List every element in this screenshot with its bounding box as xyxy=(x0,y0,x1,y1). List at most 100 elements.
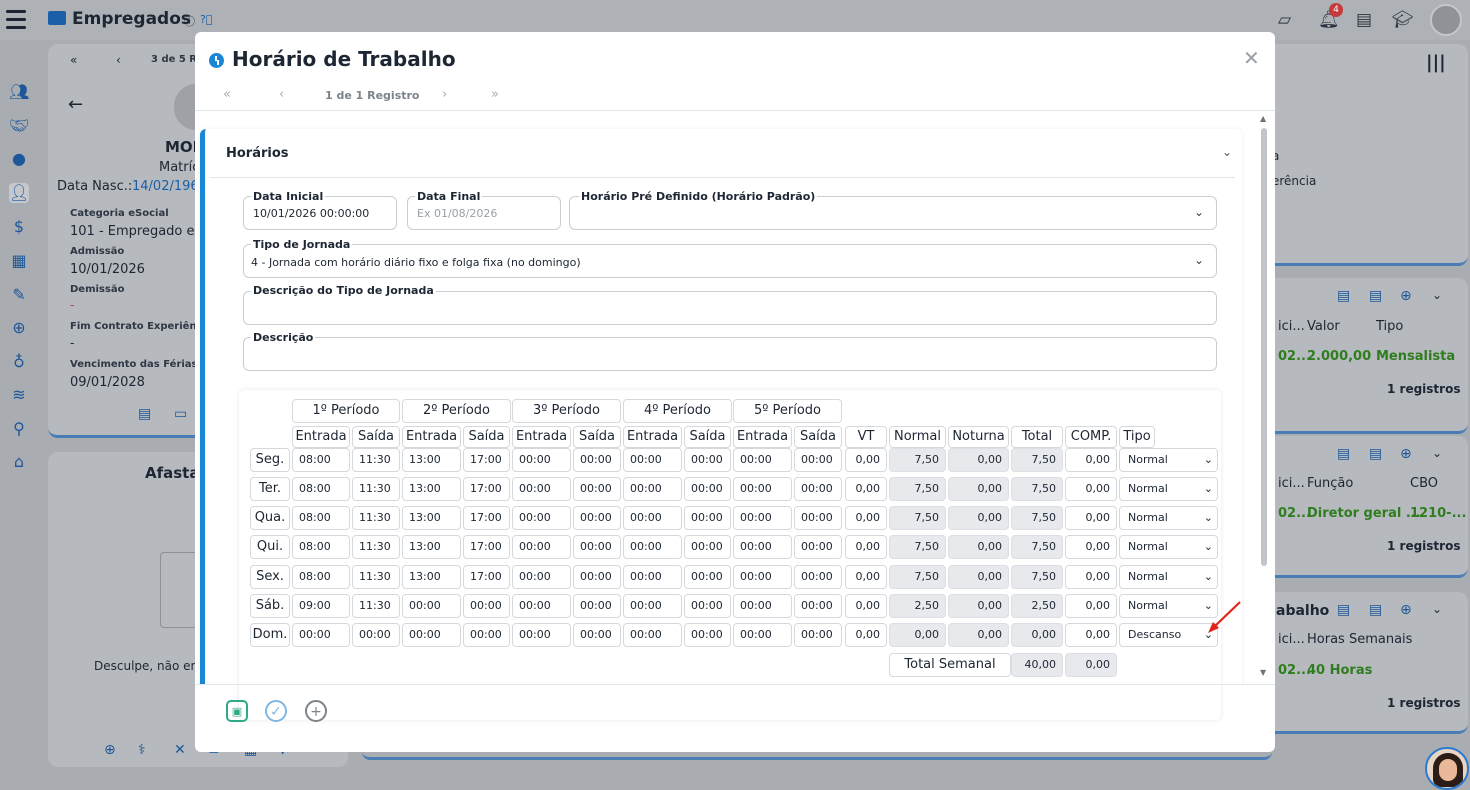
handshake-icon[interactable]: 🤝︎ xyxy=(9,116,29,136)
entrada-input[interactable]: 00:00 xyxy=(623,535,682,559)
comp-input[interactable]: 0,00 xyxy=(1065,565,1117,589)
scroll-up-icon[interactable]: ▲ xyxy=(1260,114,1266,123)
save-icon[interactable]: ▣ xyxy=(226,700,248,722)
entrada-input[interactable]: 08:00 xyxy=(292,565,350,589)
work-history-icon[interactable]: ▤ xyxy=(1369,602,1382,618)
saida-input[interactable]: 11:30 xyxy=(352,565,400,589)
help-icon[interactable]: ?⃝ xyxy=(200,13,212,26)
scroll-down-icon[interactable]: ▼ xyxy=(1260,668,1266,677)
entrada-input[interactable]: 00:00 xyxy=(623,594,682,618)
entrada-input[interactable]: 00:00 xyxy=(512,506,571,530)
descricao-field[interactable] xyxy=(243,337,1217,371)
saida-input[interactable]: 17:00 xyxy=(463,565,510,589)
comp-input[interactable]: 0,00 xyxy=(1065,623,1117,647)
add-circle-icon[interactable]: + xyxy=(305,700,327,722)
add-circle-icon[interactable]: ⊕ xyxy=(104,742,116,758)
graduation-icon[interactable]: 🎓︎ xyxy=(1392,10,1414,30)
entrada-input[interactable]: 00:00 xyxy=(733,623,792,647)
saida-input[interactable]: 00:00 xyxy=(573,594,621,618)
entrada-input[interactable]: 00:00 xyxy=(512,477,571,501)
tipo-select[interactable]: Normal ⌄ xyxy=(1119,506,1218,530)
saida-input[interactable]: 00:00 xyxy=(684,565,731,589)
saida-input[interactable]: 17:00 xyxy=(463,535,510,559)
entrada-input[interactable]: 08:00 xyxy=(292,535,350,559)
work-search-icon[interactable]: ▤ xyxy=(1337,602,1350,618)
saida-input[interactable]: 00:00 xyxy=(794,448,842,472)
next-page-icon[interactable]: › xyxy=(442,87,447,102)
vertical-scrollbar[interactable]: ▲ ▼ xyxy=(1258,114,1270,678)
entrada-input[interactable]: 00:00 xyxy=(512,448,571,472)
vt-input[interactable]: 0,00 xyxy=(845,477,887,501)
saida-input[interactable]: 00:00 xyxy=(573,448,621,472)
prev-record-icon[interactable]: ‹ xyxy=(116,53,121,67)
collapse-chevron-icon[interactable]: ⌄ xyxy=(1222,145,1232,159)
entrada-input[interactable]: 00:00 xyxy=(733,448,792,472)
money-bag-icon[interactable]: ♁ xyxy=(9,352,29,372)
salary-search-icon[interactable]: ▤ xyxy=(1337,288,1350,304)
entrada-input[interactable]: 08:00 xyxy=(292,448,350,472)
saida-input[interactable]: 00:00 xyxy=(794,535,842,559)
tipo-select[interactable]: Normal ⌄ xyxy=(1119,565,1218,589)
vt-input[interactable]: 0,00 xyxy=(845,506,887,530)
assistant-avatar[interactable] xyxy=(1425,747,1469,790)
check-circle-icon[interactable]: ✓ xyxy=(265,700,287,722)
first-record-icon[interactable]: « xyxy=(70,53,77,67)
entrada-input[interactable]: 00:00 xyxy=(512,535,571,559)
saida-input[interactable]: 00:00 xyxy=(684,535,731,559)
entrada-input[interactable]: 00:00 xyxy=(733,477,792,501)
saida-input[interactable]: 17:00 xyxy=(463,448,510,472)
entrada-input[interactable]: 13:00 xyxy=(402,506,461,530)
saida-input[interactable]: 00:00 xyxy=(794,506,842,530)
report-search-icon[interactable]: ▤ xyxy=(1356,10,1372,30)
saida-input[interactable]: 11:30 xyxy=(352,448,400,472)
saida-input[interactable]: 00:00 xyxy=(684,623,731,647)
vt-input[interactable]: 0,00 xyxy=(845,594,887,618)
entrada-input[interactable]: 00:00 xyxy=(402,623,461,647)
entrada-input[interactable]: 00:00 xyxy=(733,594,792,618)
saida-input[interactable]: 00:00 xyxy=(684,448,731,472)
menu-icon[interactable] xyxy=(6,10,26,34)
tipo-select[interactable]: Normal ⌄ xyxy=(1119,477,1218,501)
comp-input[interactable]: 0,00 xyxy=(1065,594,1117,618)
comp-input[interactable]: 0,00 xyxy=(1065,535,1117,559)
globe-icon[interactable]: ⊕ xyxy=(9,318,29,338)
tipo-select[interactable]: Descanso ⌄ xyxy=(1119,623,1218,647)
last-page-icon[interactable]: » xyxy=(491,87,499,102)
saida-input[interactable]: 00:00 xyxy=(463,623,510,647)
work-add-icon[interactable]: ⊕ xyxy=(1400,602,1412,618)
document-icon[interactable]: ▱ xyxy=(1278,10,1291,30)
prev-page-icon[interactable]: ‹ xyxy=(279,87,284,102)
saida-input[interactable]: 00:00 xyxy=(352,623,400,647)
saida-input[interactable]: 00:00 xyxy=(684,594,731,618)
tipo-select[interactable]: Normal ⌄ xyxy=(1119,594,1218,618)
user-avatar[interactable] xyxy=(1430,4,1462,36)
stethoscope-icon[interactable]: ⚕ xyxy=(138,742,146,758)
entrada-input[interactable]: 00:00 xyxy=(733,565,792,589)
vt-input[interactable]: 0,00 xyxy=(845,565,887,589)
saida-input[interactable]: 00:00 xyxy=(573,477,621,501)
saida-input[interactable]: 11:30 xyxy=(352,477,400,501)
scroll-thumb[interactable] xyxy=(1261,128,1267,566)
function-add-icon[interactable]: ⊕ xyxy=(1400,446,1412,462)
close-icon[interactable]: ✕ xyxy=(1243,46,1260,70)
saida-input[interactable]: 17:00 xyxy=(463,477,510,501)
entrada-input[interactable]: 00:00 xyxy=(623,506,682,530)
search-icon[interactable]: ⚲ xyxy=(9,419,29,439)
clock-icon[interactable]: ● xyxy=(9,149,29,169)
entrada-input[interactable]: 00:00 xyxy=(292,623,350,647)
function-chevron-icon[interactable]: ⌄ xyxy=(1432,446,1442,460)
entrada-input[interactable]: 00:00 xyxy=(623,448,682,472)
tipo-select[interactable]: Normal ⌄ xyxy=(1119,535,1218,559)
saida-input[interactable]: 17:00 xyxy=(463,506,510,530)
saida-input[interactable]: 00:00 xyxy=(794,565,842,589)
saida-input[interactable]: 00:00 xyxy=(794,623,842,647)
info-icon[interactable]: ⓘ xyxy=(184,13,195,29)
salary-history-icon[interactable]: ▤ xyxy=(1369,288,1382,304)
saida-input[interactable]: 00:00 xyxy=(573,535,621,559)
saida-input[interactable]: 00:00 xyxy=(794,477,842,501)
layers-icon[interactable]: ≋ xyxy=(9,385,29,405)
saida-input[interactable]: 11:30 xyxy=(352,506,400,530)
vt-input[interactable]: 0,00 xyxy=(845,623,887,647)
columns-icon[interactable]: ||| xyxy=(1426,52,1446,73)
entrada-input[interactable]: 13:00 xyxy=(402,535,461,559)
